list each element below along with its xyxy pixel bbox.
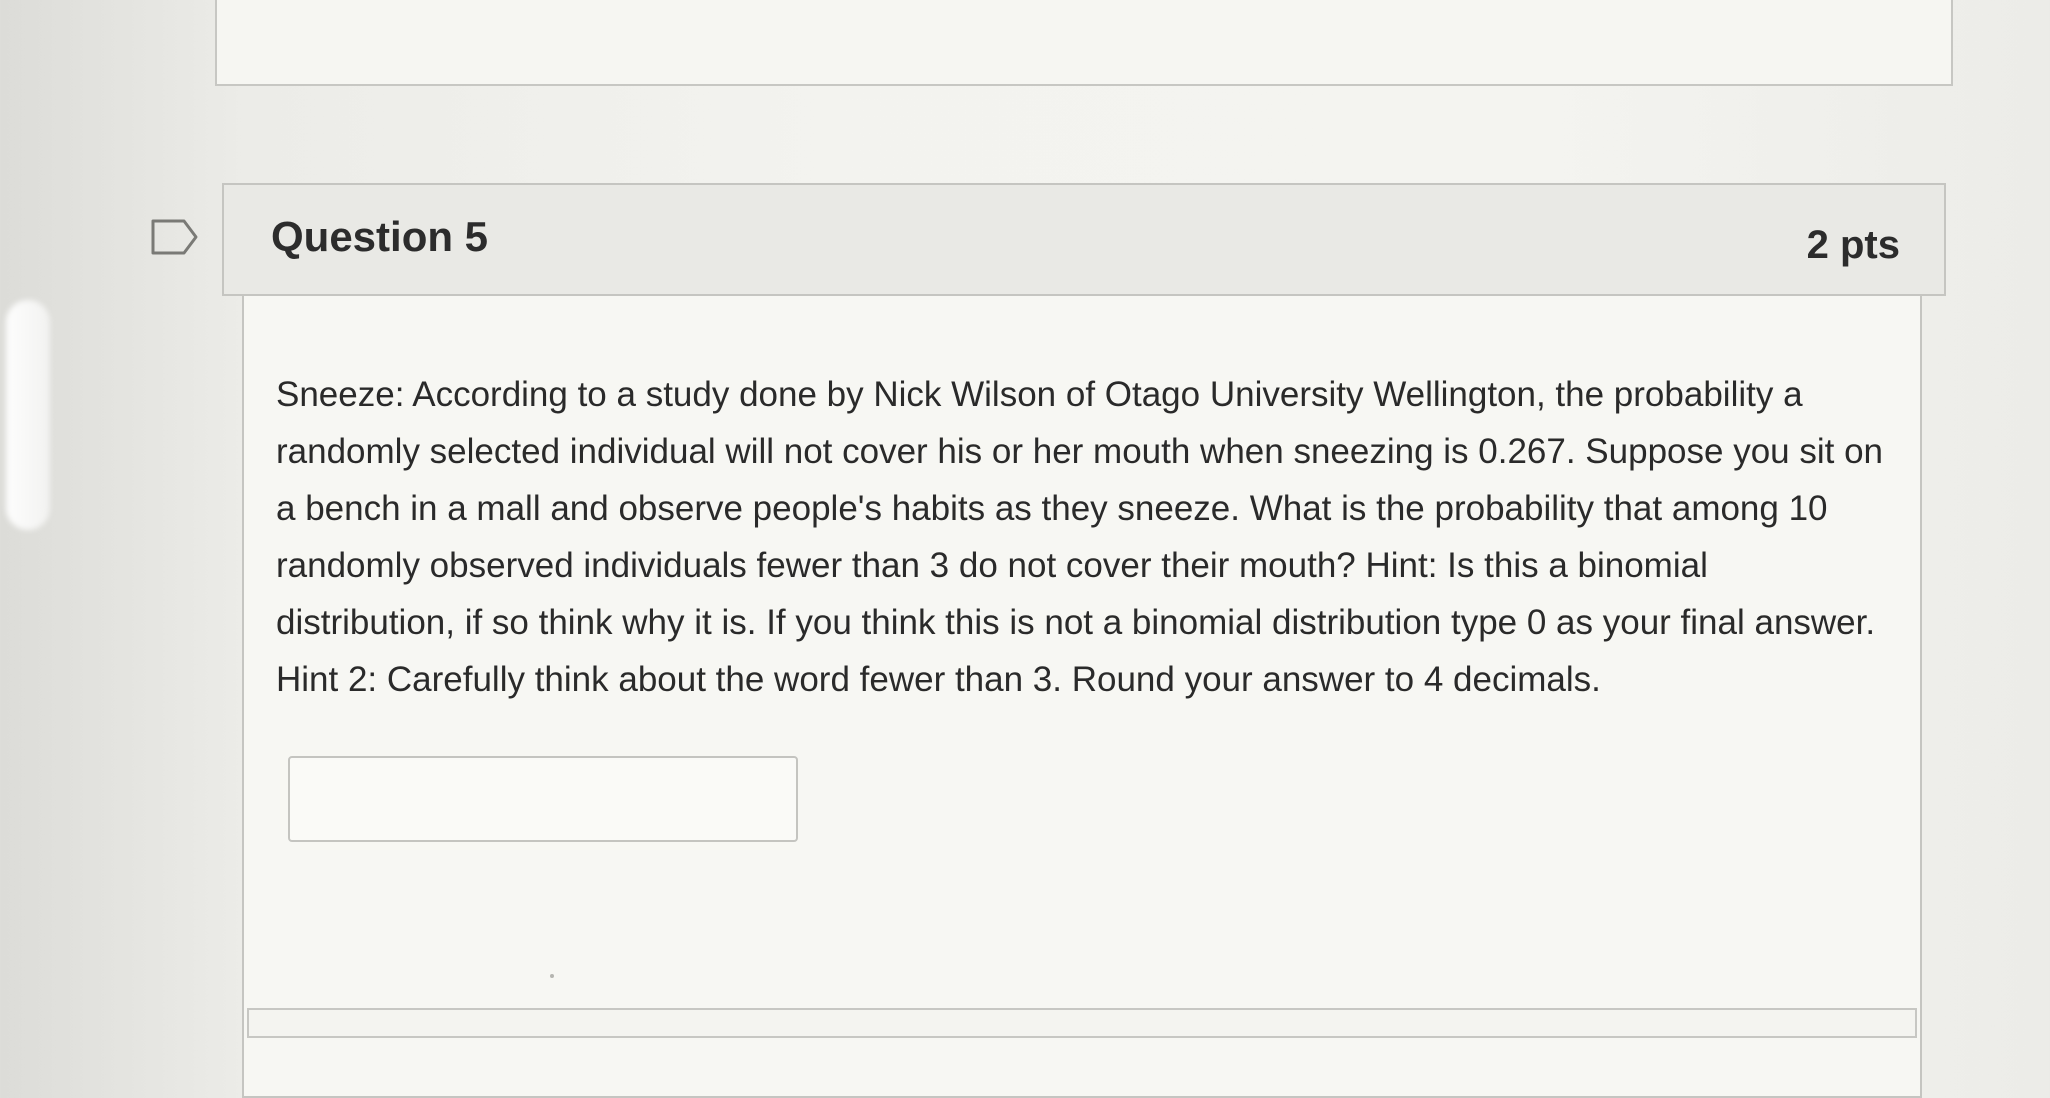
question-points: 2 pts [1806,223,1900,267]
screen-glare [6,300,50,530]
flag-outline-icon [151,219,198,255]
answer-input[interactable] [288,756,798,842]
question-header: Question 5 2 pts [222,183,1946,296]
question-card: Question 5 2 pts Sneeze: According to a … [220,183,1950,1098]
question-title: Question 5 [271,213,489,260]
speck [550,974,554,978]
next-question-card [247,1008,1917,1038]
flag-question-icon[interactable] [150,218,200,256]
question-text: Sneeze: According to a study done by Nic… [276,375,1884,699]
previous-question-card [215,0,1953,86]
question-body: Sneeze: According to a study done by Nic… [242,296,1922,1098]
